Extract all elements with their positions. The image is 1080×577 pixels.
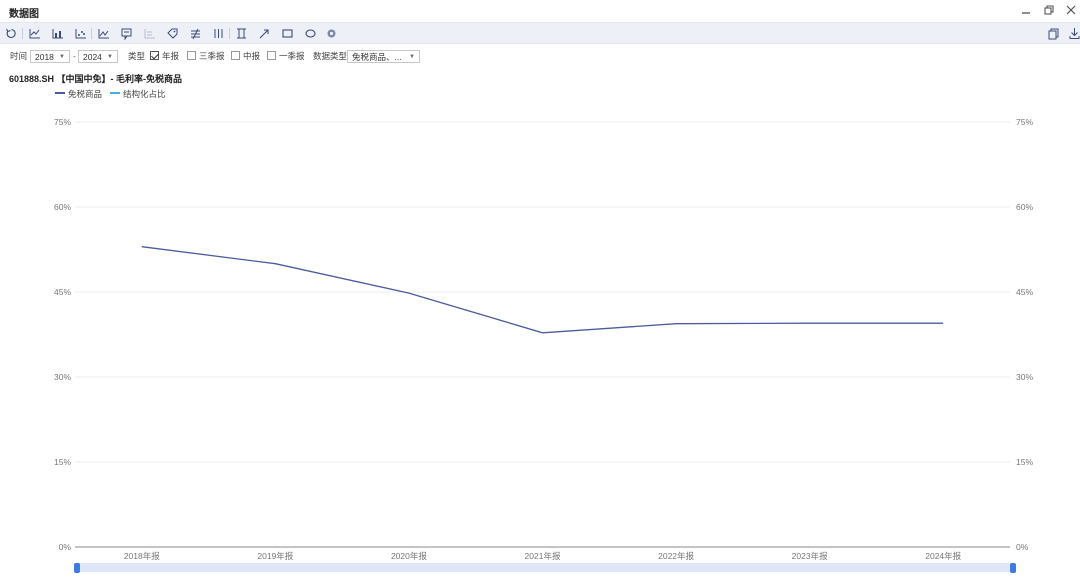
x-tick-label: 2019年报 bbox=[257, 551, 293, 560]
close-icon[interactable] bbox=[1064, 3, 1078, 17]
data-type-label: 数据类型 bbox=[313, 51, 348, 61]
minimize-icon[interactable] bbox=[1019, 3, 1033, 17]
filter-bar: 时间 2018 ▼ - 2024 ▼ 类型 年报 三季报 中报 一季报 数据类型… bbox=[0, 48, 1080, 66]
legend-swatch bbox=[110, 92, 120, 94]
type-option-label: 年报 bbox=[162, 51, 180, 61]
type-option-label: 三季报 bbox=[199, 51, 225, 61]
refresh-icon[interactable] bbox=[5, 27, 18, 40]
x-tick-label: 2023年报 bbox=[792, 551, 828, 560]
type-option-label: 中报 bbox=[243, 51, 261, 61]
line-chart: 0% 0% 15% 15% 30% 30% 45% 45% 60% 60% 75% 75% 2018年报… bbox=[54, 117, 1033, 560]
table-icon[interactable] bbox=[143, 27, 156, 40]
arrow-icon[interactable] bbox=[258, 27, 271, 40]
y-tick-label: 45% bbox=[54, 287, 71, 297]
ratio-icon[interactable] bbox=[189, 27, 202, 40]
y-tick-label: 30% bbox=[54, 372, 71, 382]
data-type-value: 免税商品、... bbox=[352, 52, 402, 62]
line-chart-icon[interactable] bbox=[28, 27, 41, 40]
legend-label: 免税商品 bbox=[68, 89, 103, 99]
zoom-handle-end[interactable] bbox=[1010, 563, 1016, 573]
y2-tick-label: 30% bbox=[1016, 372, 1033, 382]
color-icon[interactable] bbox=[325, 27, 338, 40]
type-option-q3[interactable]: 三季报 bbox=[187, 50, 225, 63]
bracket-icon[interactable] bbox=[235, 27, 248, 40]
zoom-slider-track[interactable] bbox=[75, 563, 1015, 572]
time-label: 时间 bbox=[10, 51, 28, 61]
chart-toolbar bbox=[0, 22, 1080, 44]
x-tick-label: 2024年报 bbox=[925, 551, 961, 560]
chevron-down-icon: ▼ bbox=[409, 54, 415, 60]
title-bar: 数据图 bbox=[0, 0, 1080, 22]
download-icon[interactable] bbox=[1068, 27, 1080, 40]
comment-icon[interactable] bbox=[120, 27, 133, 40]
type-option-q1[interactable]: 一季报 bbox=[267, 50, 305, 63]
chevron-down-icon: ▼ bbox=[107, 54, 113, 60]
copy-icon[interactable] bbox=[1047, 27, 1060, 40]
x-tick-label: 2020年报 bbox=[391, 551, 427, 560]
area-chart-icon[interactable] bbox=[97, 27, 110, 40]
x-tick-label: 2022年报 bbox=[658, 551, 694, 560]
checkbox-icon[interactable] bbox=[231, 51, 240, 60]
toolbar-divider bbox=[91, 28, 92, 39]
chevron-down-icon: ▼ bbox=[59, 54, 65, 60]
type-option-label: 一季报 bbox=[279, 51, 305, 61]
end-year-select[interactable]: 2024 ▼ bbox=[78, 50, 118, 63]
end-year-value: 2024 bbox=[83, 52, 102, 62]
legend-label: 结构化占比 bbox=[123, 89, 166, 99]
columns-icon[interactable] bbox=[212, 27, 225, 40]
tag-icon[interactable] bbox=[166, 27, 179, 40]
ellipse-icon[interactable] bbox=[304, 27, 317, 40]
y2-tick-label: 60% bbox=[1016, 202, 1033, 212]
start-year-value: 2018 bbox=[35, 52, 54, 62]
x-tick-label: 2021年报 bbox=[525, 551, 561, 560]
scatter-chart-icon[interactable] bbox=[74, 27, 87, 40]
toolbar-divider bbox=[22, 28, 23, 39]
toolbar-divider bbox=[229, 28, 230, 39]
restore-icon[interactable] bbox=[1042, 3, 1056, 17]
x-tick-label: 2018年报 bbox=[124, 551, 160, 560]
date-range-dash: - bbox=[73, 51, 76, 61]
checkbox-icon[interactable] bbox=[150, 51, 159, 60]
y-tick-label: 75% bbox=[54, 117, 71, 127]
window-title: 数据图 bbox=[9, 9, 39, 20]
series-line bbox=[141, 246, 944, 334]
rectangle-icon[interactable] bbox=[281, 27, 294, 40]
y-tick-label: 60% bbox=[54, 202, 71, 212]
y-tick-label: 0% bbox=[59, 542, 72, 552]
legend-item-series[interactable]: 免税商品 bbox=[55, 89, 102, 100]
type-option-interim[interactable]: 中报 bbox=[231, 50, 260, 63]
chart-title: 601888.SH 【中国中免】- 毛利率-免税商品 bbox=[9, 74, 183, 84]
start-year-select[interactable]: 2018 ▼ bbox=[30, 50, 70, 63]
zoom-handle-start[interactable] bbox=[74, 563, 80, 573]
y2-tick-label: 15% bbox=[1016, 457, 1033, 467]
data-type-select[interactable]: 免税商品、... ▼ bbox=[347, 50, 420, 63]
legend-item-structure[interactable]: 结构化占比 bbox=[110, 89, 166, 100]
bar-chart-icon[interactable] bbox=[51, 27, 64, 40]
type-option-annual[interactable]: 年报 bbox=[150, 50, 179, 63]
checkbox-icon[interactable] bbox=[267, 51, 276, 60]
y2-tick-label: 75% bbox=[1016, 117, 1033, 127]
y-tick-label: 15% bbox=[54, 457, 71, 467]
y2-tick-label: 45% bbox=[1016, 287, 1033, 297]
checkbox-icon[interactable] bbox=[187, 51, 196, 60]
legend-swatch bbox=[55, 92, 65, 94]
type-label: 类型 bbox=[128, 51, 146, 61]
y2-tick-label: 0% bbox=[1016, 542, 1029, 552]
